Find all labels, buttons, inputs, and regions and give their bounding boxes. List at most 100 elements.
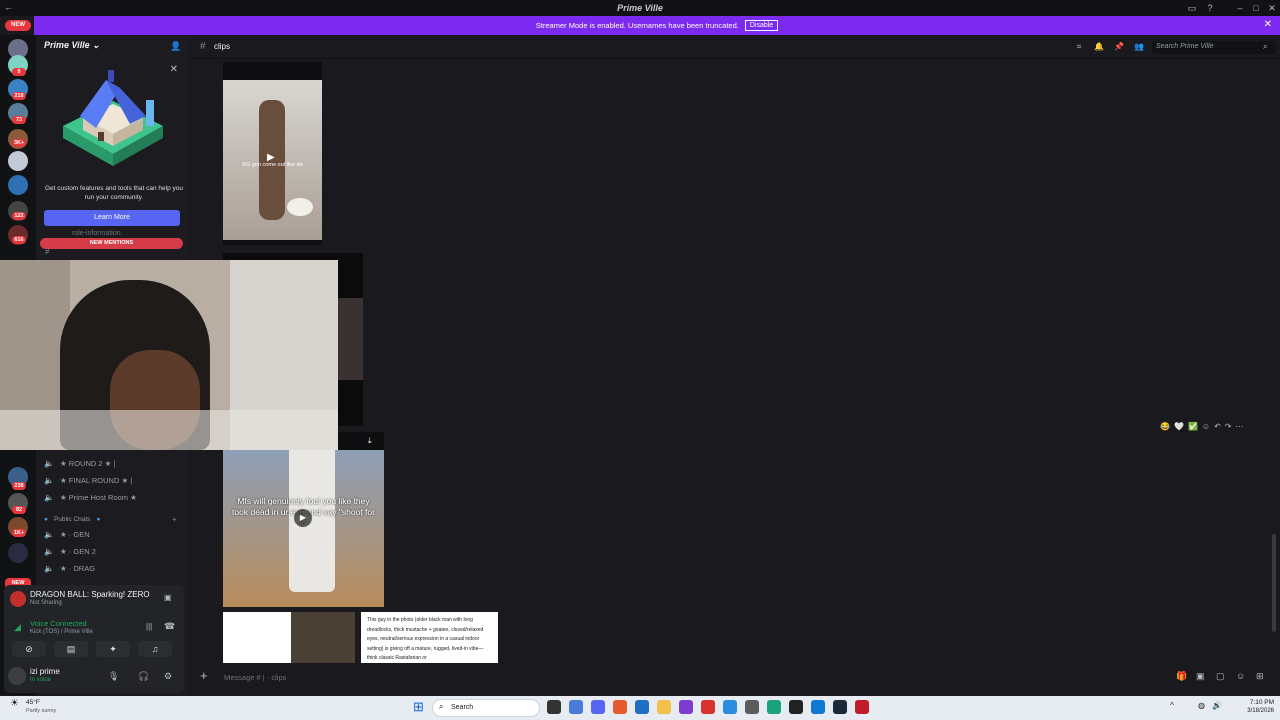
app-icon[interactable] (723, 700, 737, 714)
bell-icon[interactable]: 🔔 (1094, 42, 1104, 52)
search-icon: ⌕ (1263, 42, 1268, 51)
app-icon[interactable] (613, 700, 627, 714)
clock-time[interactable]: 7:10 PM (1236, 699, 1274, 706)
app-icon[interactable] (855, 700, 869, 714)
taskbar-search[interactable]: ⌕ Search (432, 699, 540, 717)
app-icon[interactable] (745, 700, 759, 714)
pin-icon[interactable]: 📌 (1114, 42, 1124, 52)
house-illustration (63, 70, 163, 166)
text-attachment[interactable]: This guy in the photo (older black man w… (361, 612, 498, 663)
inbox-icon[interactable]: ▭ (1186, 2, 1198, 14)
voice-channel-final-round[interactable]: 🔈 ★ FINAL ROUND ★ | (44, 476, 132, 485)
username: izi prime (30, 667, 60, 676)
headphones-icon[interactable]: 🎧 (138, 671, 149, 682)
app-icon[interactable] (701, 700, 715, 714)
reply-icon[interactable]: ↶ (1214, 422, 1221, 431)
app-icon[interactable] (679, 700, 693, 714)
volume-icon[interactable]: 🔊 (1212, 701, 1222, 710)
server-icon[interactable] (8, 151, 28, 171)
image-attachment[interactable] (223, 612, 355, 663)
server-name[interactable]: Prime Ville ⌄ (44, 40, 100, 51)
rocket-icon: ✦ (109, 644, 117, 654)
soundboard-button[interactable]: ♫ (138, 641, 172, 657)
app-icon[interactable] (635, 700, 649, 714)
terminal-icon[interactable] (789, 700, 803, 714)
forward-icon[interactable]: ↷ (1225, 422, 1232, 431)
category-public-chats[interactable]: ● Public Chats ● (44, 516, 100, 523)
add-member-icon[interactable]: 👤 (170, 41, 181, 52)
message-input[interactable]: Message # | · clips (224, 673, 286, 682)
sticker-icon[interactable]: ▢ (1216, 671, 1225, 682)
mention-badge: 82 (12, 506, 26, 514)
weather-temp: 45°F (26, 699, 40, 706)
app-icon[interactable] (569, 700, 583, 714)
voice-channel-gen-2[interactable]: 🔈 ★ · GEN 2 (44, 547, 96, 556)
help-icon[interactable]: ? (1204, 2, 1216, 14)
clock-date[interactable]: 3/18/2026 (1236, 708, 1274, 714)
avatar[interactable] (8, 667, 26, 685)
close-icon[interactable]: ✕ (170, 64, 178, 75)
disable-streamer-mode-button[interactable]: Disable (744, 20, 779, 31)
discord-icon[interactable] (591, 700, 605, 714)
file-explorer-icon[interactable] (657, 700, 671, 714)
download-icon[interactable]: ⤓ (368, 436, 372, 446)
weather-icon[interactable]: ☀ (10, 698, 19, 709)
camera-button[interactable]: ⊘ (12, 641, 46, 657)
learn-more-button[interactable]: Learn More (44, 210, 180, 226)
add-reaction-icon[interactable]: ☺ (1202, 422, 1210, 431)
play-icon[interactable]: ▶ (294, 509, 312, 527)
edge-icon[interactable] (811, 700, 825, 714)
server-boost-promo: ✕ Get custom features and tools that can… (44, 60, 184, 236)
close-window-icon[interactable]: ✕ (1266, 2, 1278, 14)
partial-channel-label[interactable]: role-information (72, 230, 121, 237)
steam-icon[interactable] (833, 700, 847, 714)
reaction-heart-icon[interactable]: 🤍 (1174, 422, 1184, 431)
scrollbar[interactable] (1272, 534, 1276, 632)
new-pill-top: NEW (5, 20, 31, 31)
more-icon[interactable]: ⋯ (1235, 422, 1243, 431)
voice-channel-host-room[interactable]: 🔈 ★ Prime Host Room ★ (44, 493, 137, 502)
reaction-check-icon[interactable]: ✅ (1188, 422, 1198, 431)
message-composer[interactable]: + Message # | · clips 🎁 ▣ ▢ ☺ ⊞ (198, 667, 1272, 687)
server-icon[interactable] (8, 543, 28, 563)
task-view-icon[interactable] (547, 700, 561, 714)
tray-chevron-icon[interactable]: ^ (1170, 701, 1174, 710)
minimize-icon[interactable]: – (1234, 2, 1246, 14)
chrome-icon[interactable] (767, 700, 781, 714)
apps-icon[interactable]: ⊞ (1256, 671, 1264, 682)
screen-share-button[interactable]: ▤ (54, 641, 88, 657)
add-attachment-icon[interactable]: + (200, 668, 208, 683)
promo-description: Get custom features and tools that can h… (44, 185, 184, 201)
microphone-icon[interactable]: 🎙 (108, 671, 119, 682)
voice-channel-gen[interactable]: 🔈 ★ · GEN (44, 530, 90, 539)
taskbar-search-label: Search (451, 704, 474, 711)
video-attachment[interactable]: KG gon come out like da ▶ (223, 62, 322, 245)
screen-share-icon[interactable]: ▣ (164, 593, 172, 602)
search-input[interactable]: Search Prime Ville (1152, 41, 1276, 54)
emoji-icon[interactable]: ☺ (1236, 671, 1245, 681)
new-mentions-pill[interactable]: NEW MENTIONS (40, 238, 183, 249)
play-icon[interactable]: ▶ (267, 152, 275, 163)
noise-suppression-icon[interactable]: ||| (146, 622, 152, 631)
voice-channel-round-2[interactable]: 🔈 ★ ROUND 2 ★ | (44, 459, 115, 468)
threads-icon[interactable]: ⌗ (1074, 42, 1084, 52)
disconnect-icon[interactable]: ☎ (164, 621, 175, 632)
windows-taskbar: ☀ 45°F Partly sunny ⊞ ⌕ Search ^ ◍ 🔊 7:1… (0, 696, 1280, 720)
reaction-laugh-icon[interactable]: 😂 (1160, 422, 1170, 431)
mention-badge: 122 (12, 212, 26, 220)
gif-icon[interactable]: ▣ (1196, 671, 1205, 682)
settings-gear-icon[interactable]: ⚙ (164, 671, 172, 682)
video-attachment[interactable]: Mfs will genuinely foul you like they to… (223, 432, 384, 607)
weather-text: Partly sunny (26, 708, 57, 714)
voice-location[interactable]: Kick (TOS) / Prime Ville (30, 629, 93, 635)
close-banner-icon[interactable]: ✕ (1264, 19, 1272, 30)
maximize-icon[interactable]: □ (1250, 2, 1262, 14)
server-icon[interactable] (8, 175, 28, 195)
gift-icon[interactable]: 🎁 (1176, 671, 1187, 682)
add-channel-icon[interactable]: + (172, 515, 177, 524)
windows-start-icon[interactable]: ⊞ (413, 699, 424, 715)
activities-button[interactable]: ✦ (96, 641, 130, 657)
network-icon[interactable]: ◍ (1198, 701, 1205, 710)
member-list-icon[interactable]: 👥 (1134, 42, 1144, 52)
voice-channel-drag[interactable]: 🔈 ★ · DRAG (44, 564, 95, 573)
